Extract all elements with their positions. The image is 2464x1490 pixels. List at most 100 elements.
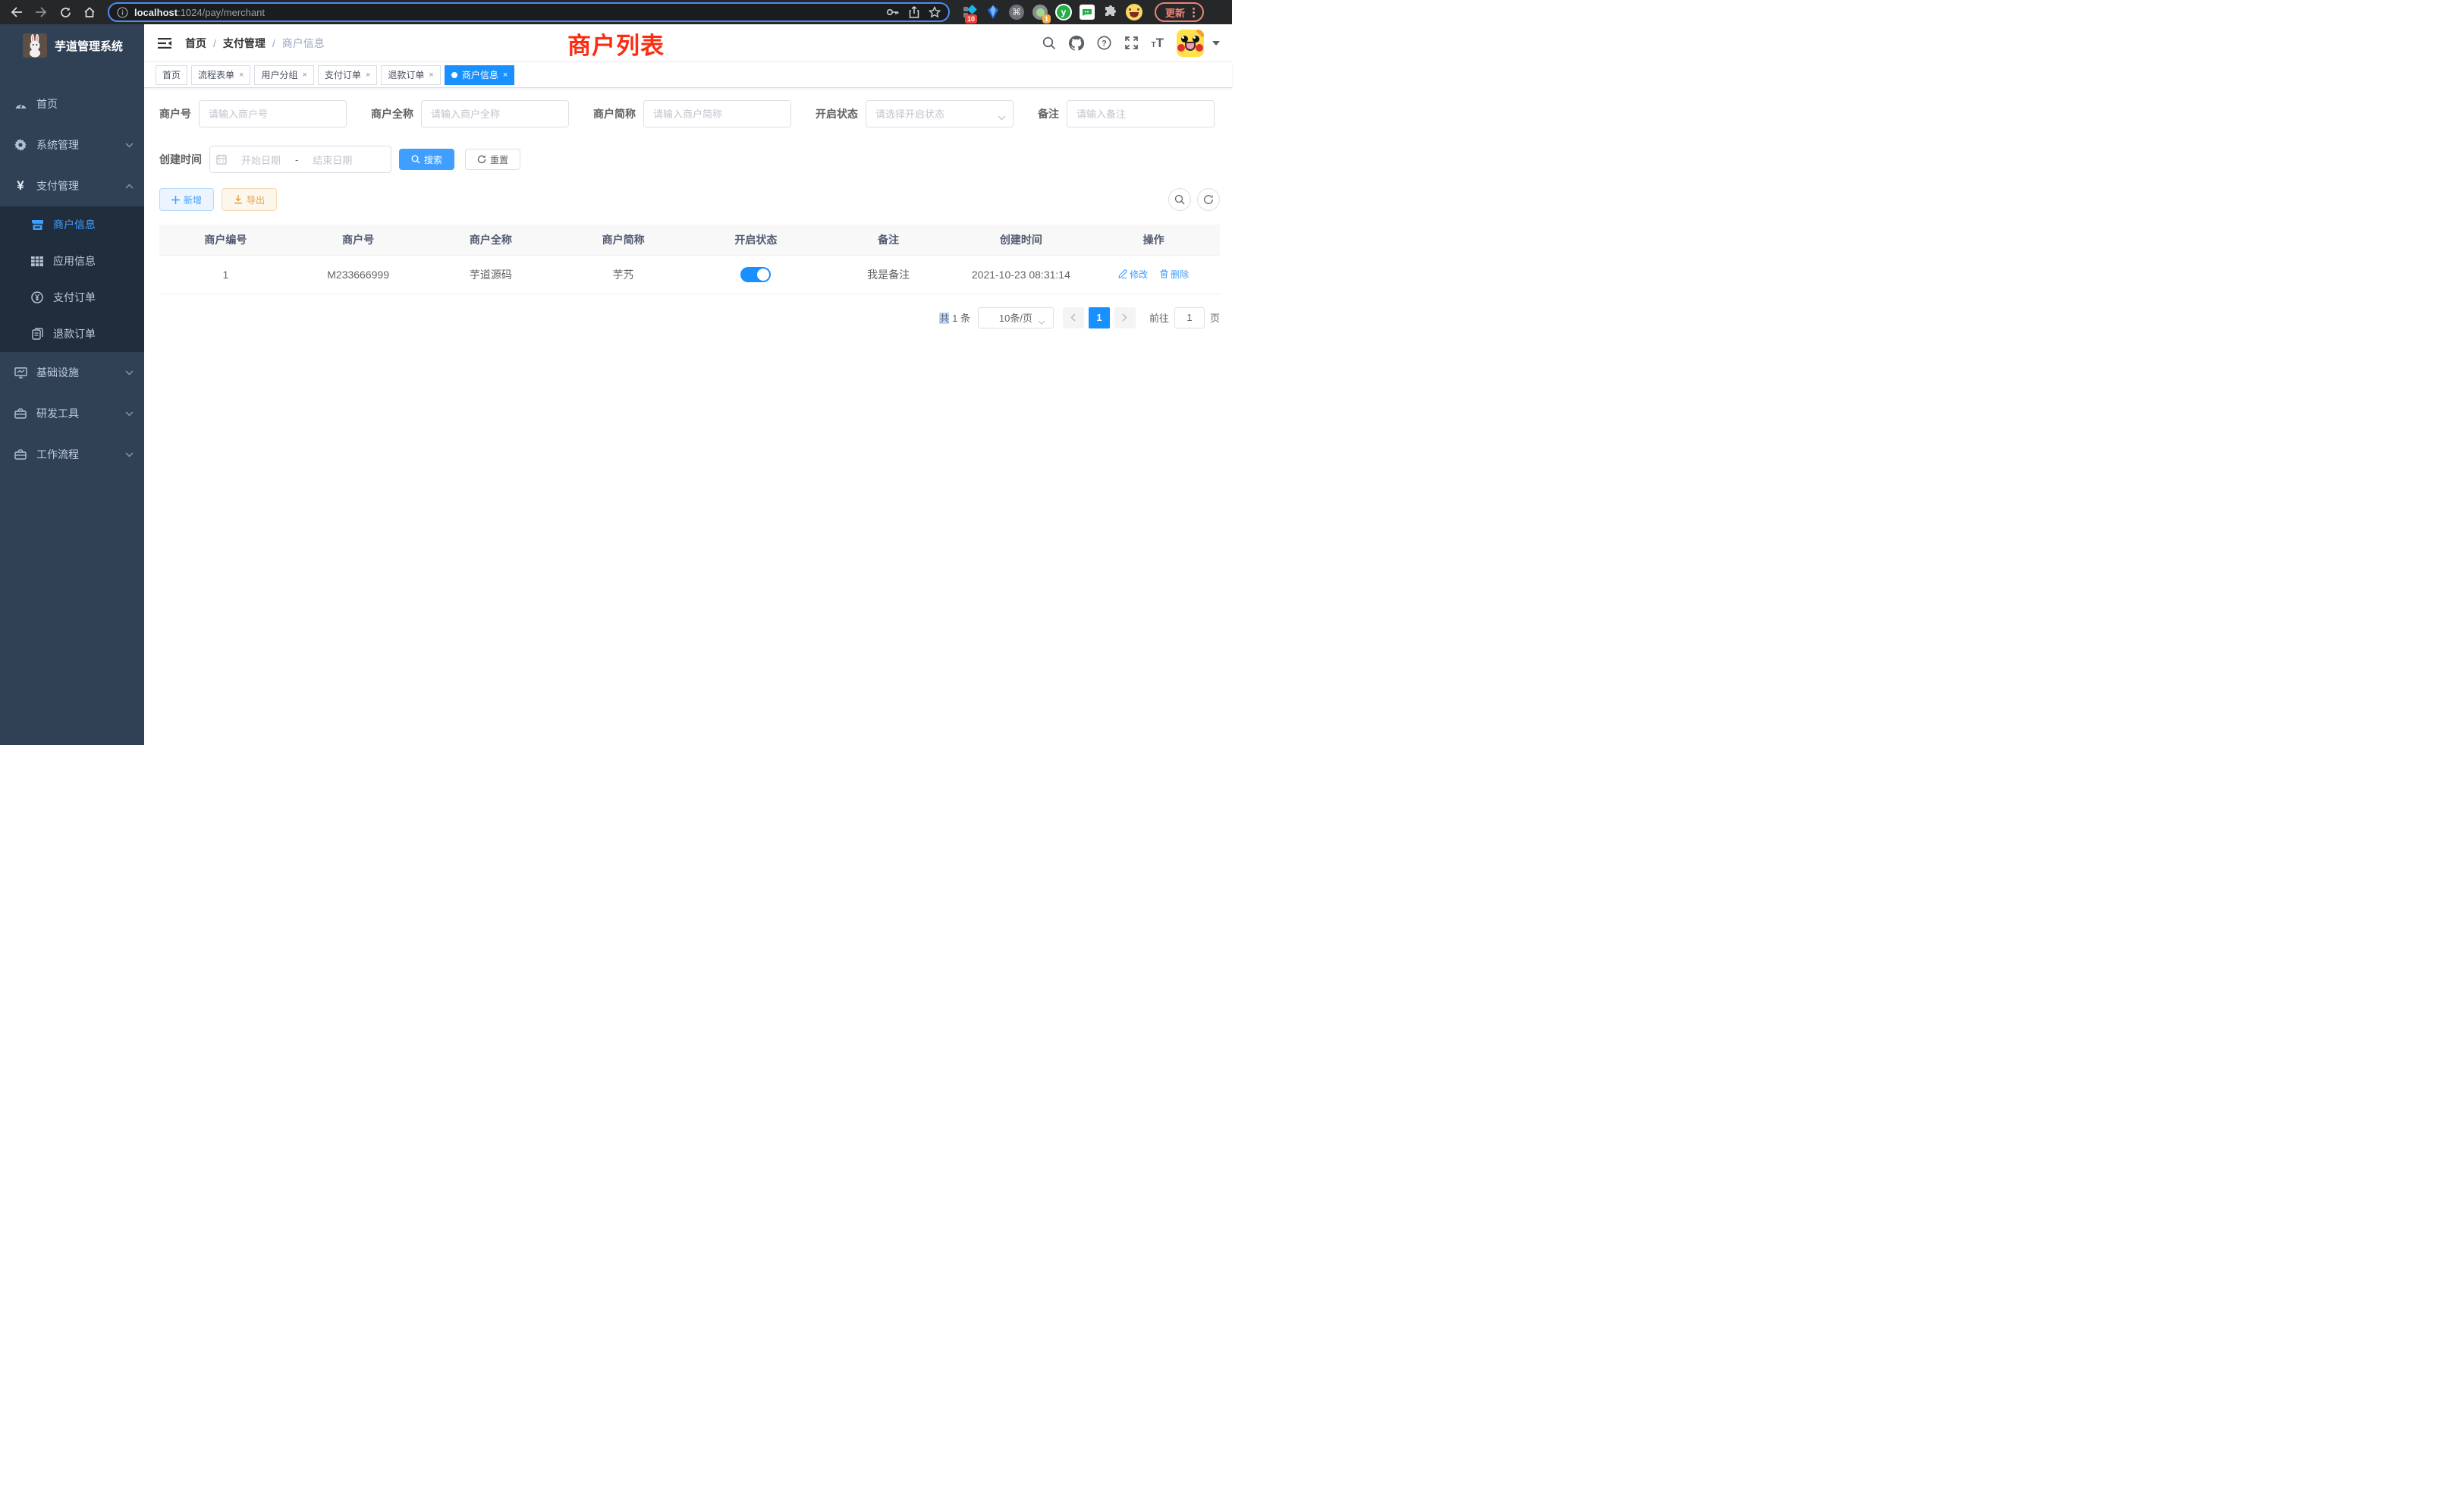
browser-forward-button[interactable] xyxy=(30,2,52,23)
edit-link[interactable]: 修改 xyxy=(1118,268,1148,281)
full-name-input[interactable] xyxy=(421,100,569,127)
sidebar-item-infrastructure[interactable]: 基础设施 xyxy=(0,352,144,393)
sidebar-item-app-info[interactable]: 应用信息 xyxy=(0,243,144,279)
sidebar-item-payment[interactable]: ¥ 支付管理 xyxy=(0,165,144,206)
avatar-caret-icon[interactable] xyxy=(1212,41,1220,46)
col-actions: 操作 xyxy=(1087,225,1220,255)
tab-user-group[interactable]: 用户分组× xyxy=(254,65,313,85)
header-search-icon[interactable] xyxy=(1042,36,1056,50)
close-icon[interactable]: × xyxy=(366,71,370,80)
short-name-input[interactable] xyxy=(643,100,791,127)
github-icon[interactable] xyxy=(1069,36,1084,51)
browser-home-button[interactable] xyxy=(79,2,100,23)
url-text: localhost:1024/pay/merchant xyxy=(134,7,880,18)
remark-input[interactable] xyxy=(1067,100,1215,127)
goto-page-input[interactable] xyxy=(1174,307,1205,328)
tab-refund-order[interactable]: 退款订单× xyxy=(381,65,440,85)
trash-icon xyxy=(1160,269,1168,278)
grid-icon xyxy=(30,256,44,266)
extension-badge: 10 xyxy=(965,14,977,24)
prev-page-button[interactable] xyxy=(1063,307,1084,328)
share-icon[interactable] xyxy=(909,6,919,18)
reset-button[interactable]: 重置 xyxy=(465,149,520,170)
page-size-select[interactable]: 10条/页 xyxy=(978,307,1054,328)
extension-gem-icon[interactable] xyxy=(984,3,1002,21)
sidebar-item-merchant-info[interactable]: 商户信息 xyxy=(0,206,144,243)
sidebar-item-home[interactable]: 首页 xyxy=(0,83,144,124)
font-size-icon[interactable]: TT xyxy=(1152,36,1164,49)
col-merchant-id: 商户编号 xyxy=(159,225,292,255)
col-remark: 备注 xyxy=(822,225,955,255)
browser-menu-icon[interactable] xyxy=(1193,8,1195,17)
sidebar-item-refund-order[interactable]: 退款订单 xyxy=(0,316,144,352)
merchant-no-label: 商户号 xyxy=(159,106,191,121)
col-status: 开启状态 xyxy=(690,225,822,255)
sidebar-item-label: 研发工具 xyxy=(36,406,125,421)
close-icon[interactable]: × xyxy=(239,71,244,80)
page-number-1[interactable]: 1 xyxy=(1089,307,1110,328)
status-label: 开启状态 xyxy=(816,106,858,121)
search-button[interactable]: 搜索 xyxy=(399,149,454,170)
sidebar-fold-icon[interactable] xyxy=(156,35,173,52)
browser-toolbar: localhost:1024/pay/merchant 10 ⌘ 1 y xyxy=(0,0,1232,24)
download-icon xyxy=(234,195,243,204)
close-icon[interactable]: × xyxy=(503,71,508,80)
breadcrumb-payment[interactable]: 支付管理 xyxy=(223,36,266,51)
sidebar-item-label: 支付订单 xyxy=(53,290,96,305)
sidebar-item-workflow[interactable]: 工作流程 xyxy=(0,434,144,475)
filter-row-1: 商户号 商户全称 商户简称 开启状态 xyxy=(159,100,1220,127)
end-date-placeholder[interactable]: 结束日期 xyxy=(303,152,362,167)
monitor-chart-icon xyxy=(14,367,27,379)
start-date-placeholder[interactable]: 开始日期 xyxy=(231,152,291,167)
status-toggle-on[interactable] xyxy=(740,267,771,282)
refresh-table-button[interactable] xyxy=(1197,188,1220,211)
tab-pay-order[interactable]: 支付订单× xyxy=(318,65,377,85)
next-page-button[interactable] xyxy=(1114,307,1136,328)
extension-grid-diamond-icon[interactable]: 10 xyxy=(960,3,979,21)
tab-process-form[interactable]: 流程表单× xyxy=(191,65,250,85)
col-merchant-no: 商户号 xyxy=(292,225,425,255)
profile-emoji-avatar[interactable] xyxy=(1125,3,1143,21)
table-header-row: 商户编号 商户号 商户全称 商户简称 开启状态 备注 创建时间 操作 xyxy=(159,225,1220,255)
merchant-no-input[interactable] xyxy=(199,100,347,127)
bookmark-star-icon[interactable] xyxy=(929,6,941,18)
browser-back-button[interactable] xyxy=(6,2,27,23)
site-info-icon[interactable] xyxy=(117,7,128,18)
tab-merchant-info[interactable]: 商户信息× xyxy=(445,65,514,85)
top-navbar: 首页 / 支付管理 / 商户信息 ? TT xyxy=(144,24,1232,62)
help-icon[interactable]: ? xyxy=(1097,36,1111,50)
delete-link[interactable]: 删除 xyxy=(1160,268,1189,281)
password-key-icon[interactable] xyxy=(886,7,900,17)
close-icon[interactable]: × xyxy=(429,71,433,80)
user-avatar[interactable] xyxy=(1177,30,1204,57)
extension-command-icon[interactable]: ⌘ xyxy=(1007,3,1026,21)
app-logo-row[interactable]: 芋道管理系统 xyxy=(0,24,144,67)
breadcrumb-home[interactable]: 首页 xyxy=(185,36,206,51)
status-select-input[interactable] xyxy=(866,100,1014,127)
payment-submenu: 商户信息 应用信息 支付订单 退款订单 xyxy=(0,206,144,352)
close-icon[interactable]: × xyxy=(302,71,306,80)
extension-recorder-icon[interactable]: 1 xyxy=(1031,3,1049,21)
address-bar[interactable]: localhost:1024/pay/merchant xyxy=(108,2,950,22)
tab-home[interactable]: 首页 xyxy=(156,65,187,85)
col-full-name: 商户全称 xyxy=(425,225,558,255)
sidebar-item-system[interactable]: 系统管理 xyxy=(0,124,144,165)
col-create-time: 创建时间 xyxy=(955,225,1088,255)
status-select[interactable] xyxy=(866,100,1014,127)
sidebar-item-dev-tools[interactable]: 研发工具 xyxy=(0,393,144,434)
browser-update-button[interactable]: 更新 xyxy=(1155,2,1204,22)
fullscreen-icon[interactable] xyxy=(1124,36,1139,50)
sidebar-item-pay-order[interactable]: 支付订单 xyxy=(0,279,144,316)
app-logo-rabbit xyxy=(23,33,47,58)
toggle-search-button[interactable] xyxy=(1168,188,1191,211)
extension-chat-icon[interactable] xyxy=(1078,3,1096,21)
add-button[interactable]: 新增 xyxy=(159,188,214,211)
extension-y-icon[interactable]: y xyxy=(1054,3,1073,21)
browser-reload-button[interactable] xyxy=(55,2,76,23)
export-button[interactable]: 导出 xyxy=(222,188,277,211)
app-title: 芋道管理系统 xyxy=(55,38,123,54)
cell-full-name: 芋道源码 xyxy=(425,255,558,294)
filter-row-2: 创建时间 开始日期 - 结束日期 搜索 重置 xyxy=(159,146,1220,173)
create-time-range-picker[interactable]: 开始日期 - 结束日期 xyxy=(209,146,391,173)
extensions-puzzle-icon[interactable] xyxy=(1102,3,1120,21)
